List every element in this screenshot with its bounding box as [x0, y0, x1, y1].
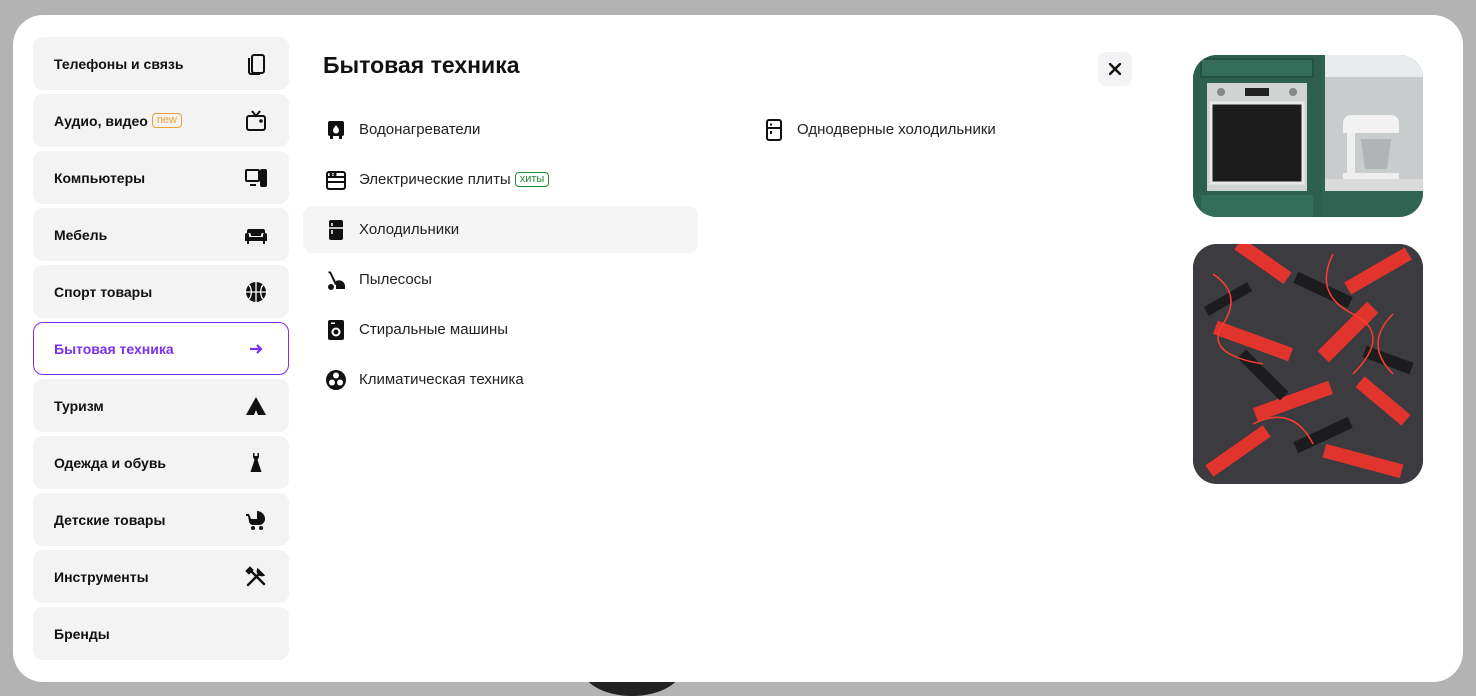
dress-icon — [244, 451, 268, 475]
sidebar-item-label: Инструменты — [54, 568, 149, 585]
sidebar-item-label: Одежда и обувь — [54, 454, 167, 471]
sidebar-item-label: Детские товары — [54, 511, 166, 528]
sidebar-item-tourism[interactable]: Туризм — [33, 379, 289, 432]
subcategory-water-heaters[interactable]: Водонагреватели — [303, 106, 698, 153]
subcategory-single-door-fridges[interactable]: Однодверные холодильники — [741, 106, 1101, 153]
sidebar-item-label: Бытовая техника — [54, 340, 174, 357]
basketball-icon — [244, 280, 268, 304]
subcategory-vacuums[interactable]: Пылесосы — [303, 256, 698, 303]
sidebar-item-audio-video[interactable]: Аудио, видео new — [33, 94, 289, 147]
sidebar-item-label: Аудио, видео — [54, 112, 148, 129]
hits-badge: хиты — [514, 172, 550, 187]
fridge-icon — [325, 219, 347, 241]
subcategory-fridges[interactable]: Холодильники — [303, 206, 698, 253]
close-icon — [1109, 63, 1121, 75]
subcategory-label: Климатическая техника — [359, 371, 524, 388]
sidebar-item-label: Бренды — [54, 625, 110, 642]
sidebar-item-tools[interactable]: Инструменты — [33, 550, 289, 603]
subcategory-label: Холодильники — [359, 221, 460, 238]
page-title: Бытовая техника — [323, 52, 520, 78]
subcategory-label: Пылесосы — [359, 271, 432, 288]
promo-gifts-image[interactable] — [1193, 244, 1423, 484]
promo-kitchen-image[interactable] — [1193, 55, 1423, 217]
single-door-fridge-icon — [763, 118, 785, 141]
sidebar-item-phones[interactable]: Телефоны и связь — [33, 37, 289, 90]
tv-icon — [244, 109, 268, 133]
subcategory-label: Стиральные машины — [359, 321, 509, 338]
stove-icon — [325, 169, 347, 191]
sidebar-item-kids[interactable]: Детские товары — [33, 493, 289, 546]
subcategory-column: Водонагреватели Электрические плиты хиты… — [303, 106, 698, 406]
sidebar-item-label: Телефоны и связь — [54, 55, 184, 72]
sidebar-item-label: Компьютеры — [54, 169, 146, 186]
sidebar-item-label: Спорт товары — [54, 283, 153, 300]
tent-icon — [244, 394, 268, 418]
new-badge: new — [151, 113, 182, 128]
catalog-modal: Телефоны и связь Аудио, видео new Компью… — [13, 15, 1463, 682]
category-sidebar: Телефоны и связь Аудио, видео new Компью… — [33, 37, 289, 664]
subcategory-label: Водонагреватели — [359, 121, 481, 138]
fan-icon — [325, 369, 347, 391]
stroller-icon — [244, 508, 268, 532]
subcategory-washing-machines[interactable]: Стиральные машины — [303, 306, 698, 353]
subcategory-label: Однодверные холодильники — [797, 121, 996, 138]
sofa-icon — [244, 223, 268, 247]
tools-icon — [244, 565, 268, 589]
sidebar-item-furniture[interactable]: Мебель — [33, 208, 289, 261]
subcategory-climate[interactable]: Климатическая техника — [303, 356, 698, 403]
phone-copy-icon — [244, 52, 268, 76]
sidebar-item-sport[interactable]: Спорт товары — [33, 265, 289, 318]
sidebar-item-clothing[interactable]: Одежда и обувь — [33, 436, 289, 489]
washing-machine-icon — [325, 319, 347, 341]
sidebar-item-brands[interactable]: Бренды — [33, 607, 289, 660]
arrow-right-icon — [244, 337, 268, 361]
subcategory-electric-stoves[interactable]: Электрические плиты хиты — [303, 156, 698, 203]
subcategory-column: Однодверные холодильники — [741, 106, 1101, 156]
sidebar-item-home-appliances[interactable]: Бытовая техника — [33, 322, 289, 375]
computer-icon — [244, 166, 268, 190]
close-button[interactable] — [1098, 52, 1132, 86]
sidebar-item-computers[interactable]: Компьютеры — [33, 151, 289, 204]
vacuum-icon — [325, 269, 347, 291]
sidebar-item-label: Туризм — [54, 397, 104, 414]
sidebar-item-label: Мебель — [54, 226, 108, 243]
water-heater-icon — [325, 119, 347, 141]
subcategory-label: Электрические плиты — [359, 171, 511, 188]
